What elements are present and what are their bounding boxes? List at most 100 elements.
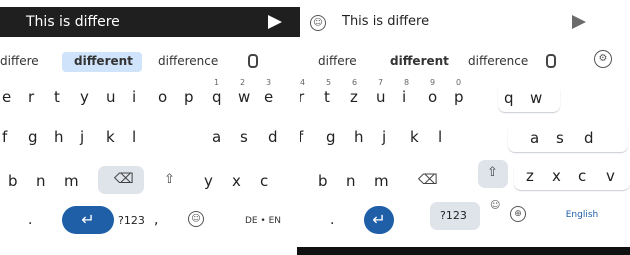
backspace-icon-right[interactable]: ⌫ — [418, 172, 438, 188]
key-label: v — [606, 167, 615, 185]
key[interactable]: l — [438, 128, 442, 146]
enter-icon-right: ↵ — [372, 210, 386, 229]
key[interactable]: y — [204, 172, 213, 190]
mic-icon[interactable] — [248, 54, 258, 68]
key[interactable]: r — [300, 88, 304, 106]
key-label: c — [578, 167, 587, 185]
num-hint: 7 — [378, 78, 384, 87]
enter-icon: ↵ — [81, 210, 95, 229]
key[interactable]: p — [184, 88, 194, 106]
input-text-right: This is differe — [342, 14, 430, 29]
num-hint: 3 — [266, 78, 272, 87]
num-hint: 8 — [404, 78, 410, 87]
period-key[interactable]: . — [28, 212, 32, 228]
key[interactable]: r — [28, 88, 34, 106]
key[interactable]: f — [2, 128, 7, 146]
key[interactable]: j — [80, 128, 84, 146]
space-key[interactable]: DE • EN — [210, 208, 300, 234]
key-label: a — [530, 129, 540, 147]
key[interactable]: u — [106, 88, 116, 106]
enter-key-right[interactable]: ↵ — [364, 206, 394, 234]
key[interactable]: a — [212, 128, 221, 146]
backspace-key[interactable]: ⌫ — [98, 166, 144, 194]
key[interactable]: b — [318, 172, 328, 190]
suggestion-2[interactable]: different — [74, 54, 133, 68]
key[interactable]: i — [402, 88, 406, 106]
key[interactable]: f — [300, 128, 303, 146]
key[interactable]: c — [260, 172, 268, 190]
period-key-right[interactable]: . — [330, 212, 334, 228]
key[interactable]: g — [28, 128, 38, 146]
key[interactable]: e — [2, 88, 11, 106]
symbols-key-right[interactable]: ?123 — [430, 202, 480, 230]
key-label: z — [526, 167, 534, 185]
key[interactable]: q — [212, 88, 222, 106]
key[interactable]: y — [80, 88, 89, 106]
key[interactable]: d — [268, 128, 278, 146]
key[interactable]: t — [324, 88, 330, 106]
key-label: d — [584, 129, 594, 147]
globe-icon[interactable]: ☺ — [310, 15, 326, 31]
emoji-icon-right[interactable]: ☺ — [490, 200, 500, 211]
key-label: x — [552, 167, 561, 185]
emoji-icon[interactable]: ☺ — [188, 211, 204, 227]
navigation-bar — [297, 247, 630, 255]
send-icon[interactable] — [268, 15, 282, 29]
num-hint: 4 — [300, 78, 306, 87]
key[interactable]: m — [64, 172, 79, 190]
text-input-bar-right[interactable]: ☺ This is differe — [300, 7, 630, 37]
suggestion-2-right[interactable]: different — [390, 54, 449, 68]
num-hint: 5 — [326, 78, 332, 87]
key[interactable]: h — [54, 128, 64, 146]
key[interactable]: u — [376, 88, 386, 106]
key[interactable]: k — [106, 128, 115, 146]
num-hint: 6 — [352, 78, 358, 87]
input-text: This is differe — [26, 14, 120, 30]
num-hint: 2 — [240, 78, 246, 87]
suggestion-strip: differe different difference — [0, 48, 300, 74]
shift-key-right[interactable]: ⇧ — [478, 160, 508, 188]
key[interactable]: k — [410, 128, 419, 146]
key[interactable]: o — [428, 88, 437, 106]
key-q-right[interactable]: q w — [498, 84, 560, 112]
key[interactable]: s — [240, 128, 248, 146]
key[interactable]: h — [354, 128, 364, 146]
num-hint: 9 — [430, 78, 436, 87]
key[interactable]: z — [350, 88, 358, 106]
key-a-right[interactable]: a s d — [508, 124, 628, 152]
send-icon-right[interactable] — [572, 15, 586, 29]
globe-key-icon[interactable]: ⊕ — [510, 206, 526, 222]
suggestion-1-right[interactable]: differe — [318, 54, 357, 68]
key[interactable]: n — [36, 172, 46, 190]
key[interactable]: b — [8, 172, 18, 190]
suggestion-1[interactable]: differe — [0, 54, 39, 68]
keyboard-panel-left: This is differe differe different differ… — [0, 0, 300, 255]
key[interactable]: m — [374, 172, 389, 190]
suggestion-3-right[interactable]: difference — [468, 54, 528, 68]
key[interactable]: x — [232, 172, 241, 190]
key[interactable]: n — [346, 172, 356, 190]
key[interactable]: w — [238, 88, 250, 106]
key[interactable]: i — [132, 88, 136, 106]
enter-key[interactable]: ↵ — [62, 206, 114, 234]
key[interactable]: l — [132, 128, 136, 146]
key-label: s — [556, 129, 564, 147]
mic-icon-right[interactable] — [546, 54, 556, 68]
comma-key[interactable]: , — [154, 212, 158, 228]
key-label: w — [530, 89, 543, 107]
text-input-bar[interactable]: This is differe — [0, 7, 300, 37]
space-key-right[interactable]: English — [536, 202, 628, 228]
key-z-right[interactable]: z x c v — [514, 162, 630, 190]
suggestion-3[interactable]: difference — [158, 54, 218, 68]
symbols-key[interactable]: ?123 — [118, 214, 145, 227]
suggestion-strip-right: differe different difference ⚙ — [300, 48, 630, 74]
settings-icon[interactable]: ⚙ — [594, 50, 612, 68]
shift-icon[interactable]: ⇧ — [164, 172, 175, 187]
key[interactable]: j — [382, 128, 386, 146]
key[interactable]: e — [264, 88, 273, 106]
key[interactable]: t — [54, 88, 60, 106]
keyboard-panel-right: ☺ This is differe differe different diff… — [300, 0, 630, 255]
key[interactable]: g — [326, 128, 336, 146]
key[interactable]: p — [454, 88, 464, 106]
key[interactable]: o — [158, 88, 167, 106]
